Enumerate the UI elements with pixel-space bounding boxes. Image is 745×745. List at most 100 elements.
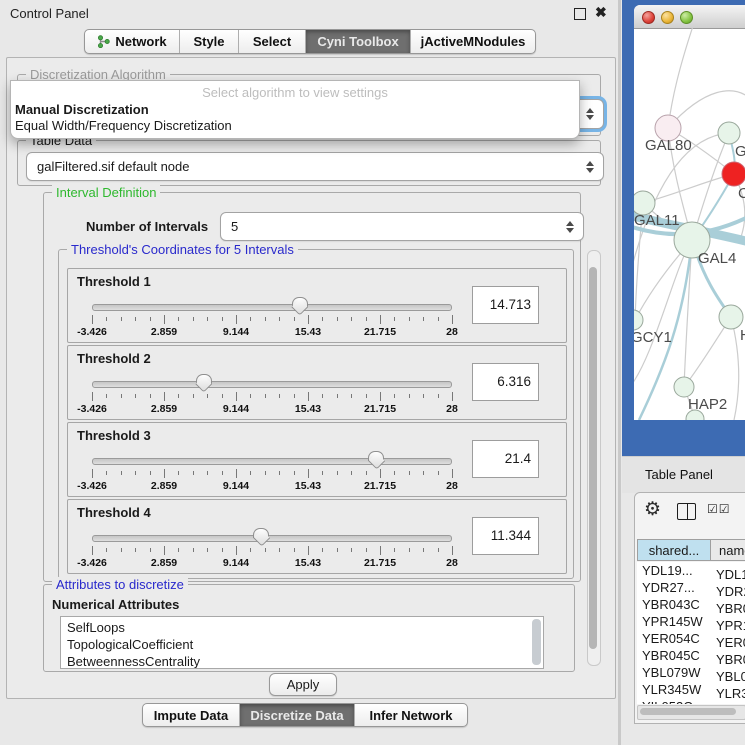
table-row[interactable]: YDL19...YDL1: [637, 562, 745, 579]
threshold-3-panel: Threshold 3 -3.4262.8599.14415.4321.7152…: [67, 422, 567, 497]
algorithm-dropdown-popup: Select algorithm to view settings Manual…: [10, 80, 580, 139]
table-row[interactable]: YDR27...YDR2: [637, 579, 745, 596]
threshold-coordinates-group: Threshold's Coordinates for 5 Intervals …: [58, 249, 574, 579]
table-panel: ⚙ ☑☑ shared... name YDL19...YDL1 YDR27..…: [634, 492, 745, 724]
table-header-row: shared... name: [637, 539, 745, 561]
slider-tick-labels: -3.4262.8599.14415.4321.71528: [92, 326, 452, 338]
close-icon[interactable]: ✖: [595, 4, 607, 21]
node-label: GAL80: [645, 137, 692, 154]
option-equal-width-frequency[interactable]: Equal Width/Frequency Discretization: [15, 118, 232, 133]
node-label: GA: [735, 143, 745, 160]
slider-track[interactable]: [92, 535, 452, 542]
combo-arrows-icon[interactable]: [586, 160, 594, 174]
float-window-icon[interactable]: [574, 8, 586, 20]
threshold-2-value-field[interactable]: 6.316: [472, 363, 539, 401]
list-item[interactable]: TopologicalCoefficient: [61, 636, 543, 653]
close-traffic-light-icon[interactable]: [642, 11, 655, 24]
combo-arrows-icon[interactable]: [566, 220, 574, 234]
slider-thumb[interactable]: [196, 374, 212, 393]
threshold-3-slider[interactable]: -3.4262.8599.14415.4321.71528: [92, 449, 452, 493]
tab-discretize-data-label: Discretize Data: [250, 708, 343, 723]
threshold-1-value-field[interactable]: 14.713: [472, 286, 539, 324]
network-node-selected[interactable]: [722, 162, 745, 186]
tab-select-label: Select: [253, 34, 291, 49]
slider-thumb[interactable]: [368, 451, 384, 470]
tab-discretize-data[interactable]: Discretize Data: [240, 704, 355, 726]
threshold-2-slider[interactable]: -3.4262.8599.14415.4321.71528: [92, 372, 452, 416]
tab-impute-data[interactable]: Impute Data: [143, 704, 240, 726]
slider-track[interactable]: [92, 304, 452, 311]
tab-style[interactable]: Style: [180, 30, 239, 53]
network-window-titlebar[interactable]: [634, 5, 745, 29]
tab-impute-data-label: Impute Data: [154, 708, 228, 723]
table-body: YDL19...YDL1 YDR27...YDR2 YBR043CYBR0 YP…: [637, 562, 745, 704]
column-header-name[interactable]: name: [711, 539, 745, 561]
tab-infer-network[interactable]: Infer Network: [355, 704, 467, 726]
zoom-traffic-light-icon[interactable]: [680, 11, 693, 24]
table-row[interactable]: YER054CYER0: [637, 630, 745, 647]
split-view-icon[interactable]: [677, 503, 696, 520]
table-horizontal-scrollbar[interactable]: [637, 705, 745, 720]
threshold-4-value-field[interactable]: 11.344: [472, 517, 539, 555]
tab-cyni-toolbox-label: Cyni Toolbox: [317, 34, 398, 49]
tab-jactivemnodules[interactable]: jActiveMNodules: [411, 30, 535, 53]
table-row[interactable]: YLR345WYLR3: [637, 681, 745, 698]
network-node[interactable]: [674, 377, 694, 397]
network-node[interactable]: [718, 122, 740, 144]
number-of-intervals-combobox[interactable]: 5: [220, 212, 584, 241]
interval-definition-group: Interval Definition Number of Intervals …: [43, 192, 581, 582]
attributes-list-scrollbar[interactable]: [532, 619, 541, 665]
panel-splitter[interactable]: [618, 0, 621, 745]
column-header-shared-name[interactable]: shared...: [637, 539, 711, 561]
option-manual-discretization[interactable]: Manual Discretization: [15, 102, 149, 117]
slider-tick-labels: -3.4262.8599.14415.4321.71528: [92, 403, 452, 415]
table-row[interactable]: YPR145WYPR1: [637, 613, 745, 630]
node-label: HAP2: [688, 396, 727, 413]
threshold-2-panel: Threshold 2 -3.4262.8599.14415.4321.7152…: [67, 345, 567, 420]
list-item[interactable]: SelfLoops: [61, 619, 543, 636]
settings-scrollbar[interactable]: [587, 250, 601, 666]
tab-jactivemnodules-label: jActiveMNodules: [421, 34, 526, 49]
slider-thumb[interactable]: [292, 297, 308, 316]
apply-button[interactable]: Apply: [269, 673, 337, 696]
table-row[interactable]: YBR045CYBR0: [637, 647, 745, 664]
network-canvas[interactable]: GAL80 GA C GAL11 GAL4 GCY1 H HAP2: [634, 28, 745, 420]
app-root: Control Panel ✖ Network Style Select Cyn…: [0, 0, 745, 745]
settings-scrollbar-thumb[interactable]: [589, 267, 597, 649]
table-row[interactable]: YIL052CYIL0: [637, 698, 745, 704]
threshold-1-slider[interactable]: -3.4262.8599.14415.4321.71528: [92, 295, 452, 339]
node-label: H: [740, 327, 745, 344]
tab-cyni-toolbox[interactable]: Cyni Toolbox: [306, 30, 411, 53]
table-data-combobox[interactable]: galFiltered.sif default node: [26, 152, 604, 181]
minimize-traffic-light-icon[interactable]: [661, 11, 674, 24]
control-panel-titlebar: Control Panel ✖: [0, 0, 620, 26]
tab-select[interactable]: Select: [239, 30, 306, 53]
list-item[interactable]: BetweennessCentrality: [61, 653, 543, 669]
slider-tick-labels: -3.4262.8599.14415.4321.71528: [92, 557, 452, 569]
slider-track[interactable]: [92, 458, 452, 465]
network-view-window[interactable]: GAL80 GA C GAL11 GAL4 GCY1 H HAP2: [634, 5, 745, 420]
cell-shared-name: YIL052C: [637, 698, 712, 704]
slider-ticks: [92, 392, 452, 402]
gear-icon[interactable]: ⚙: [644, 500, 661, 520]
slider-thumb[interactable]: [253, 528, 269, 547]
table-panel-titlebar: Table Panel: [622, 456, 745, 493]
network-node[interactable]: [634, 310, 643, 330]
threshold-3-value-field[interactable]: 21.4: [472, 440, 539, 478]
select-columns-icons[interactable]: ☑☑: [707, 502, 731, 516]
tab-network[interactable]: Network: [85, 30, 180, 53]
slider-ticks: [92, 315, 452, 325]
table-horizontal-scrollbar-thumb[interactable]: [640, 708, 736, 715]
combo-arrows-icon[interactable]: [586, 107, 594, 121]
numerical-attributes-list[interactable]: SelfLoops TopologicalCoefficient Between…: [60, 616, 544, 669]
table-data-group: Table Data galFiltered.sif default node: [17, 140, 601, 186]
network-node[interactable]: [719, 305, 743, 329]
threshold-coordinates-group-title: Threshold's Coordinates for 5 Intervals: [67, 242, 298, 257]
network-tab-icon: [97, 35, 110, 48]
network-window-frame: GAL80 GA C GAL11 GAL4 GCY1 H HAP2: [622, 0, 745, 456]
slider-track[interactable]: [92, 381, 452, 388]
table-row[interactable]: YBR043CYBR0: [637, 596, 745, 613]
table-row[interactable]: YBL079WYBL0: [637, 664, 745, 681]
numerical-attributes-label: Numerical Attributes: [52, 597, 179, 612]
threshold-4-slider[interactable]: -3.4262.8599.14415.4321.71528: [92, 526, 452, 570]
